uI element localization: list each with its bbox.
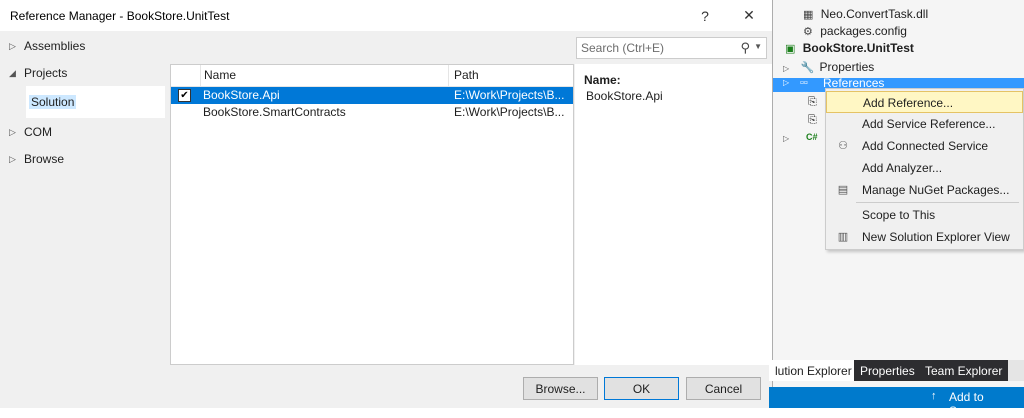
menu-item-manage-nuget[interactable]: ▤ Manage NuGet Packages... [826,179,1023,201]
row-path: E:\Work\Projects\B... [454,105,565,119]
wrench-icon: 🔧 [800,62,815,74]
nav-assemblies[interactable]: ▷ Assemblies [0,33,165,59]
dialog-titlebar: Reference Manager - BookStore.UnitTest ?… [0,0,772,31]
details-pane: Name: BookStore.Api [575,64,772,365]
reference-manager-dialog: Reference Manager - BookStore.UnitTest ?… [0,0,773,408]
row-name: BookStore.Api [203,88,280,102]
add-to-source-control[interactable]: Add to Source [949,390,1024,418]
browse-button[interactable]: Browse... [523,377,598,400]
tree-item-label: BookStore.UnitTest [802,41,914,55]
ok-button[interactable]: OK [604,377,679,400]
category-nav: ▷ Assemblies ◢ Projects Solution ▷ COM ▷… [0,31,165,365]
status-bar: ↑ Add to Source [769,387,1024,418]
row-name: BookStore.SmartContracts [203,105,346,119]
column-separator [448,65,449,86]
expand-arrow-icon[interactable]: ▷ [783,78,789,87]
file-icon: ⎘ [808,114,817,126]
search-box[interactable]: Search (Ctrl+E) ⚲ ▼ [576,37,767,59]
nav-browse[interactable]: ▷ Browse [0,146,165,172]
menu-item-add-service-reference[interactable]: Add Service Reference... [826,113,1023,135]
grid-header: Name Path [171,65,573,87]
details-name-value: BookStore.Api [586,89,663,103]
references-icon: ▫▫ [800,77,808,89]
csharp-file-icon: C# [806,132,818,142]
reference-grid: Name Path ✔ BookStore.Api E:\Work\Projec… [170,64,574,365]
nav-solution-label: Solution [29,95,77,109]
tree-item-packages[interactable]: ⚙ packages.config [803,24,907,42]
config-file-icon: ⚙ [803,26,813,38]
nav-com[interactable]: ▷ COM [0,119,165,145]
nav-projects[interactable]: ◢ Projects [0,60,165,86]
search-icon[interactable]: ⚲ [740,40,750,56]
expand-arrow-icon[interactable]: ▷ [783,64,789,73]
chevron-down-icon[interactable]: ▼ [754,42,762,51]
nuget-package-icon: ▤ [837,184,849,196]
tab-solution-explorer[interactable]: lution Explorer [769,360,858,381]
collapse-arrow-icon: ◢ [9,67,16,78]
connected-service-icon: ⚇ [838,140,848,152]
expand-arrow-icon: ▷ [9,153,16,164]
tab-properties[interactable]: Properties [854,360,921,381]
menu-item-new-solution-explorer-view[interactable]: ▥ New Solution Explorer View [826,226,1023,248]
nav-com-label: COM [24,125,52,139]
dll-icon: ▦ [803,9,814,21]
menu-separator [856,202,1019,203]
new-view-icon: ▥ [837,231,849,243]
column-path-header[interactable]: Path [454,68,479,82]
search-placeholder: Search (Ctrl+E) [581,41,665,55]
tree-item-label: Neo.ConvertTask.dll [820,7,929,21]
row-path: E:\Work\Projects\B... [454,88,565,102]
details-name-label: Name: [584,73,621,87]
tree-item-label: Properties [819,60,875,74]
menu-item-add-reference[interactable]: Add Reference... [826,91,1023,113]
close-button[interactable]: ✕ [729,0,769,31]
tree-item-label: packages.config [820,24,907,38]
tree-item-project[interactable]: ▣ BookStore.UnitTest [785,41,914,59]
table-row[interactable]: BookStore.SmartContracts E:\Work\Project… [171,104,573,121]
nav-solution[interactable]: Solution [26,86,165,118]
cancel-button[interactable]: Cancel [686,377,761,400]
column-separator [200,65,201,86]
expand-arrow-icon: ▷ [9,126,16,137]
menu-item-add-analyzer[interactable]: Add Analyzer... [826,157,1023,179]
reference-checkbox[interactable]: ✔ [178,89,191,102]
context-menu: Add Reference... Add Service Reference..… [825,88,1024,250]
test-project-icon: ▣ [785,43,796,55]
table-row[interactable]: ✔ BookStore.Api E:\Work\Projects\B... [171,87,573,104]
tab-team-explorer[interactable]: Team Explorer [919,360,1009,381]
nav-projects-label: Projects [24,66,68,80]
expand-arrow-icon[interactable]: ▷ [783,134,789,143]
dialog-title: Reference Manager - BookStore.UnitTest [10,9,230,23]
tree-item-neo-task[interactable]: ▦ Neo.ConvertTask.dll [803,7,928,25]
nav-browse-label: Browse [24,152,65,166]
column-name-header[interactable]: Name [204,68,236,82]
menu-item-add-connected-service[interactable]: ⚇ Add Connected Service [826,135,1023,157]
nav-assemblies-label: Assemblies [24,39,86,53]
menu-item-scope-to-this[interactable]: Scope to This [826,204,1023,226]
expand-arrow-icon: ▷ [9,40,16,51]
file-icon: ⎘ [808,96,817,108]
tool-window-tabs: lution Explorer Properties Team Explorer [769,360,1024,381]
arrow-up-icon: ↑ [931,390,937,402]
help-button[interactable]: ? [685,0,725,31]
